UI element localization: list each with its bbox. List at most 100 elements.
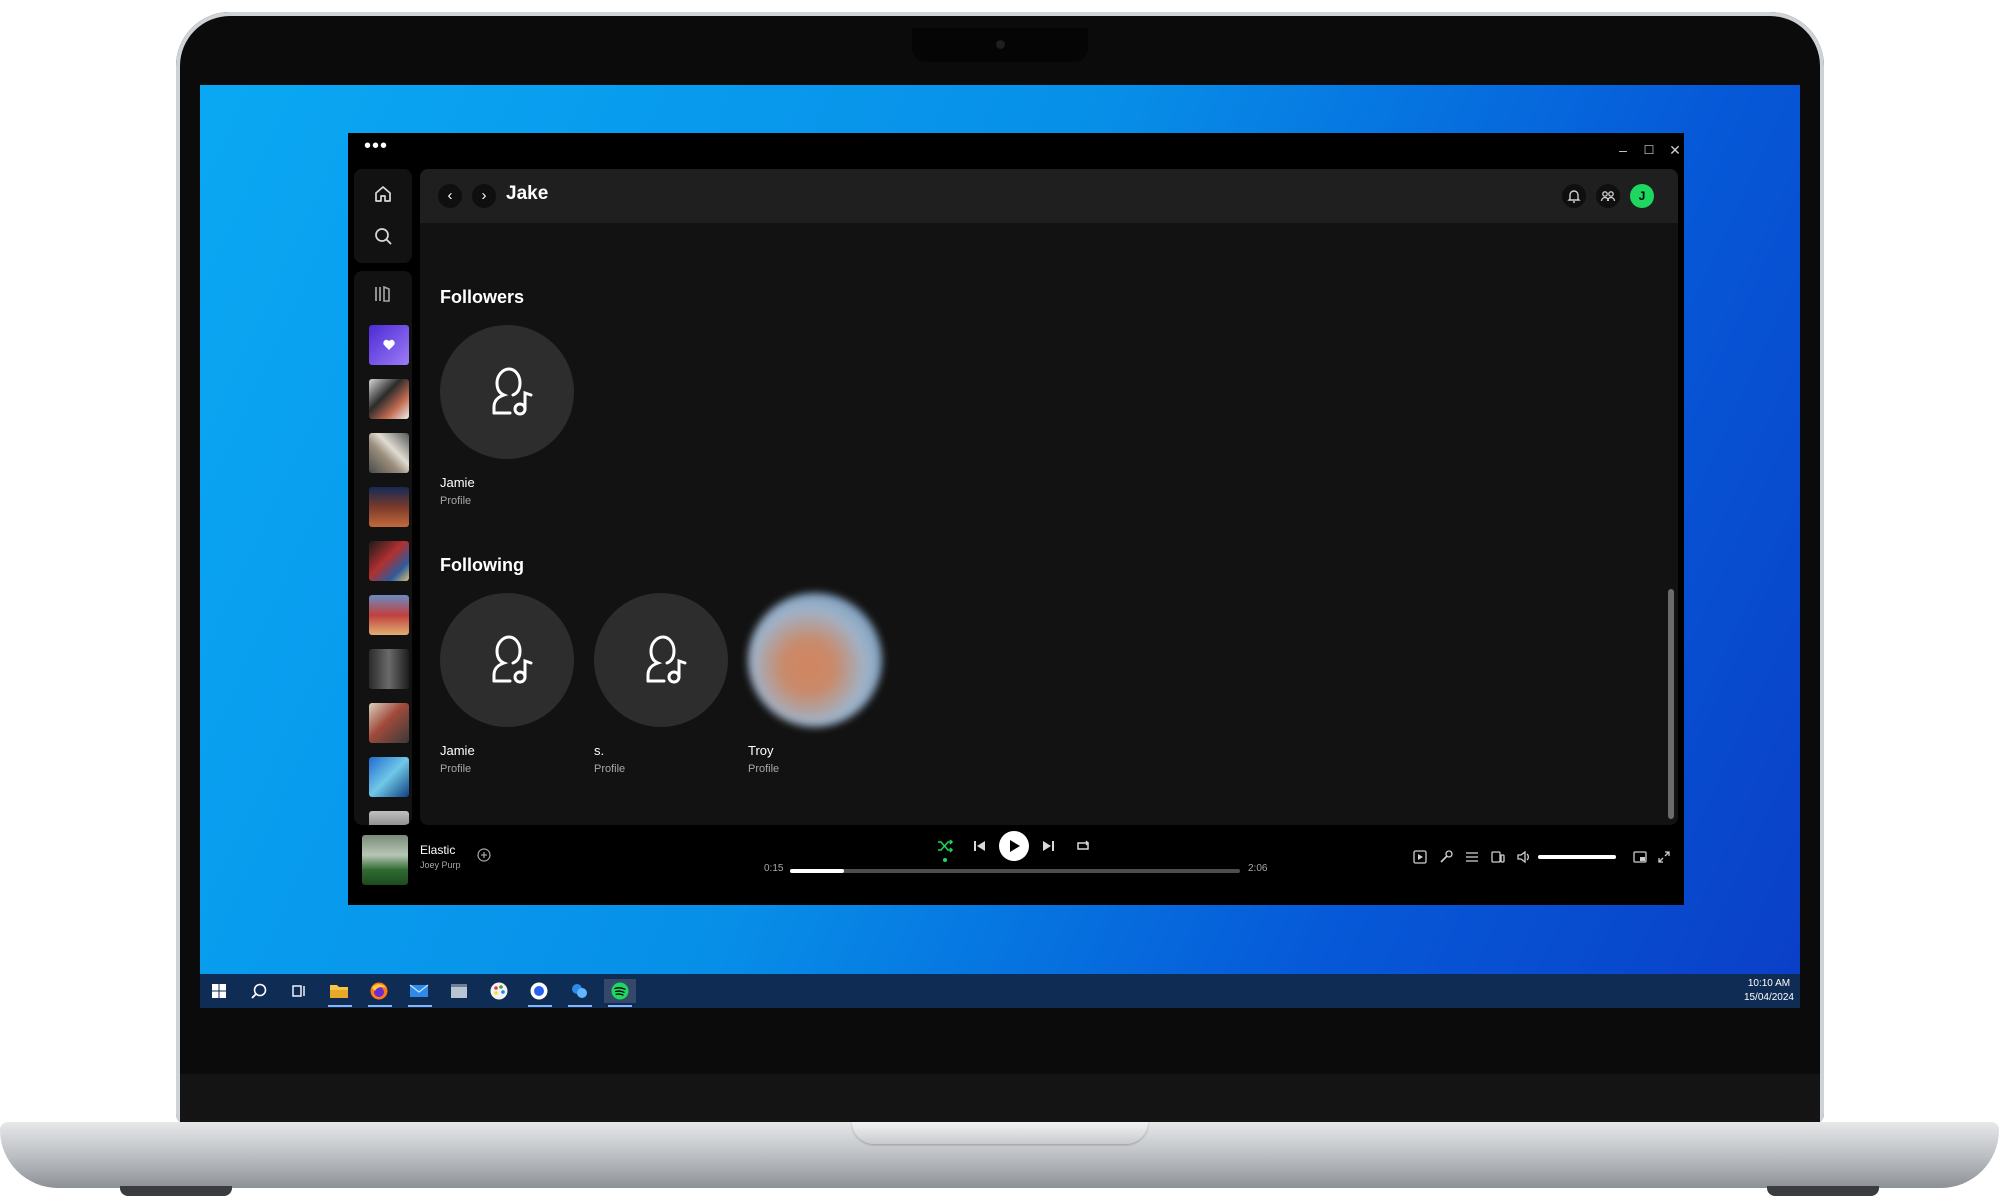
- miniplayer-icon[interactable]: [1632, 849, 1648, 865]
- camera-icon: [996, 40, 1005, 49]
- app-menu-button[interactable]: •••: [364, 135, 388, 158]
- laptop-foot: [1767, 1186, 1879, 1196]
- playlist-item[interactable]: [369, 487, 409, 527]
- avatar: [594, 593, 728, 727]
- profile-type: Profile: [748, 763, 780, 775]
- profile-type: Profile: [440, 495, 472, 507]
- following-card[interactable]: s. Profile: [594, 593, 734, 793]
- profile-name: Troy: [748, 743, 774, 758]
- playlist-item[interactable]: [369, 649, 409, 689]
- user-avatar[interactable]: J: [1630, 184, 1654, 208]
- track-artist[interactable]: Joey Purp: [420, 860, 461, 870]
- taskbar-file-explorer[interactable]: [326, 979, 352, 1003]
- now-playing-view-icon[interactable]: [1412, 849, 1428, 865]
- connect-device-icon[interactable]: [1490, 849, 1506, 865]
- taskbar-search-button[interactable]: [246, 979, 272, 1003]
- playlist-item[interactable]: [369, 757, 409, 797]
- profile-name: Jamie: [440, 475, 475, 490]
- nav-panel: [354, 169, 412, 263]
- spotify-icon: [611, 982, 629, 1000]
- taskbar-paint[interactable]: [486, 979, 512, 1003]
- following-title: Following: [440, 555, 524, 575]
- followers-title: Followers: [440, 287, 525, 307]
- volume-fill: [1538, 855, 1616, 859]
- library-panel: [354, 271, 412, 825]
- people-icon: [572, 984, 587, 998]
- elapsed-time: 0:15: [764, 863, 784, 874]
- running-indicator: [368, 1005, 392, 1007]
- playlist-item[interactable]: [369, 379, 409, 419]
- volume-icon[interactable]: [1516, 849, 1532, 865]
- volume-slider[interactable]: [1538, 855, 1616, 859]
- progress-bar[interactable]: [790, 869, 1240, 873]
- taskbar-firefox[interactable]: [366, 979, 392, 1003]
- add-to-library-icon[interactable]: [476, 847, 492, 863]
- browser-icon: [530, 982, 548, 1000]
- firefox-icon: [370, 982, 388, 1000]
- track-title[interactable]: Elastic: [420, 843, 455, 857]
- fullscreen-icon[interactable]: [1656, 849, 1672, 865]
- playlist-item[interactable]: [369, 811, 409, 825]
- playlist-item[interactable]: [369, 541, 409, 581]
- task-view-button[interactable]: [286, 979, 312, 1003]
- shuffle-icon[interactable]: [936, 837, 954, 855]
- previous-icon[interactable]: [970, 837, 988, 855]
- artist-profile-icon: [646, 635, 687, 684]
- follower-card[interactable]: Jamie Profile: [440, 325, 580, 525]
- system-clock[interactable]: 10:10 AM 15/04/2024: [1744, 977, 1794, 1005]
- artist-profile-icon: [492, 635, 533, 684]
- laptop-lid-opener: [852, 1122, 1148, 1144]
- page-title: Jake: [506, 183, 549, 204]
- taskbar: 10:10 AM 15/04/2024: [200, 974, 1800, 1008]
- windows-icon: [212, 984, 226, 998]
- forward-button[interactable]: ›: [472, 184, 496, 208]
- profile-name: s.: [594, 743, 605, 758]
- running-indicator: [528, 1005, 552, 1007]
- repeat-icon[interactable]: [1074, 837, 1092, 855]
- profile-type: Profile: [440, 763, 472, 775]
- avatar: [748, 593, 882, 727]
- title-bar: ••• – ☐ ✕: [348, 133, 1684, 169]
- back-button[interactable]: ‹: [438, 184, 462, 208]
- start-button[interactable]: [206, 979, 232, 1003]
- album-cover[interactable]: [362, 835, 408, 885]
- maximize-button[interactable]: ☐: [1638, 139, 1660, 161]
- task-view-icon: [292, 985, 305, 997]
- folder-icon: [330, 985, 348, 998]
- taskbar-app[interactable]: [446, 979, 472, 1003]
- minimize-button[interactable]: –: [1612, 139, 1634, 161]
- shuffle-active-dot: [943, 858, 947, 862]
- avatar: [440, 325, 574, 459]
- home-icon[interactable]: [372, 183, 394, 205]
- main-panel: ‹ › Jake J Followers Jamie Profile Follo…: [420, 169, 1678, 825]
- following-card[interactable]: Jamie Profile: [440, 593, 580, 793]
- laptop-foot: [120, 1186, 232, 1196]
- playlist-item[interactable]: [369, 703, 409, 743]
- search-icon: [251, 983, 267, 999]
- clock-date: 15/04/2024: [1743, 992, 1794, 1003]
- queue-icon[interactable]: [1464, 849, 1480, 865]
- spotify-window: ••• – ☐ ✕ ‹ › Jake J Followers Jamie Pro…: [348, 133, 1684, 905]
- play-button[interactable]: [999, 831, 1029, 861]
- lyrics-icon[interactable]: [1438, 849, 1454, 865]
- library-icon[interactable]: [372, 283, 394, 305]
- running-indicator: [328, 1005, 352, 1007]
- taskbar-app-2[interactable]: [566, 979, 592, 1003]
- following-card[interactable]: Troy Profile: [748, 593, 888, 793]
- lid-bezel-bottom: [180, 1074, 1820, 1122]
- playlist-item[interactable]: [369, 433, 409, 473]
- artist-profile-icon: [492, 367, 533, 416]
- friends-icon[interactable]: [1596, 184, 1620, 208]
- search-icon[interactable]: [372, 225, 394, 247]
- liked-songs-item[interactable]: [369, 325, 409, 365]
- scrollbar[interactable]: [1668, 589, 1674, 819]
- running-indicator: [408, 1005, 432, 1007]
- close-button[interactable]: ✕: [1664, 139, 1686, 161]
- next-icon[interactable]: [1040, 837, 1058, 855]
- playlist-item[interactable]: [369, 595, 409, 635]
- taskbar-mail[interactable]: [406, 979, 432, 1003]
- profile-name: Jamie: [440, 743, 475, 758]
- taskbar-spotify[interactable]: [604, 979, 636, 1003]
- taskbar-chrome[interactable]: [526, 979, 552, 1003]
- bell-icon[interactable]: [1562, 184, 1586, 208]
